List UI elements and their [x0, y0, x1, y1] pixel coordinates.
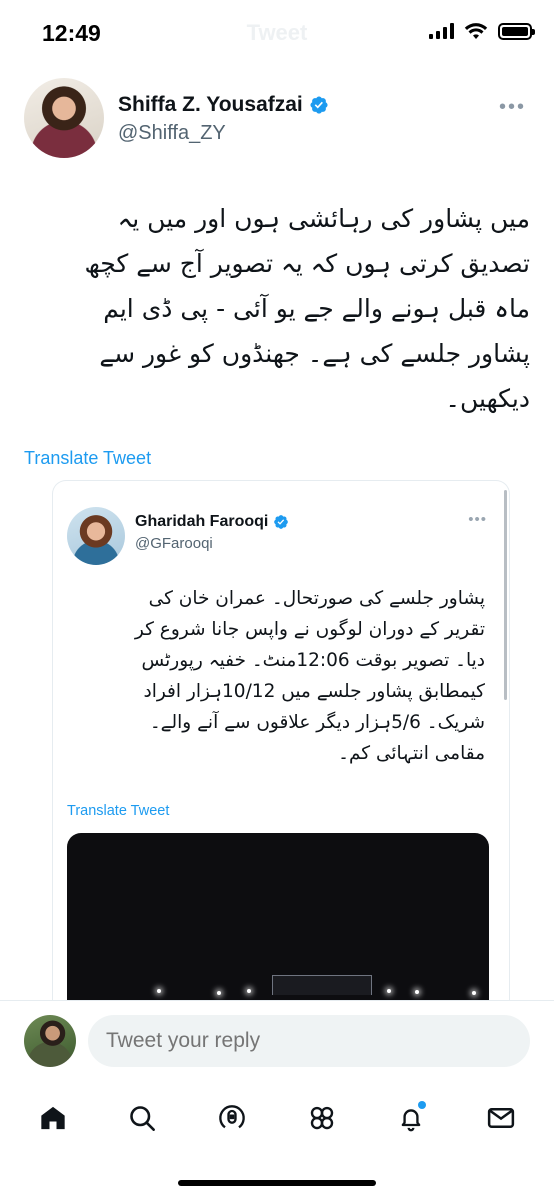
nav-search[interactable] [117, 1093, 167, 1143]
tweet-text-line: تصدیق کرتی ہوں کہ یہ تصویر آج سے کچھ [84, 249, 530, 278]
translate-tweet-link[interactable]: Translate Tweet [24, 448, 151, 469]
photo-light [387, 989, 391, 993]
status-icons [429, 22, 535, 40]
quoted-text-line: کیمطابق پشاور جلسے میں 10/12ہزار افراد [143, 681, 485, 702]
quoted-tweet-text: پشاور جلسے کی صورتحال۔ عمران خان کی تقری… [67, 583, 485, 769]
author-handle[interactable]: @Shiffa_ZY [118, 122, 226, 145]
cellular-signal-icon [429, 23, 454, 39]
wifi-icon [464, 23, 488, 39]
quoted-author-name: Gharidah Farooqi [135, 513, 269, 530]
status-bar: 12:49 Tweet [0, 0, 554, 70]
messages-icon [487, 1108, 515, 1128]
quoted-more-options-icon[interactable]: ••• [468, 511, 487, 528]
verified-badge-icon [310, 96, 328, 114]
tweet-text-line: دیکھیں۔ [445, 384, 530, 413]
communities-icon [310, 1106, 333, 1130]
verified-badge-icon [274, 515, 289, 529]
quoted-text-line: تقریر کے دوران لوگوں نے واپس جانا شروع ک… [134, 619, 485, 640]
scroll-indicator [504, 490, 507, 700]
quoted-tweet-card[interactable]: Gharidah Farooqi @GFarooqi ••• پشاور جلس… [52, 480, 510, 1000]
quoted-author-avatar[interactable] [67, 507, 125, 565]
home-icon [41, 1106, 65, 1130]
current-user-avatar[interactable] [24, 1015, 76, 1067]
quoted-text-line: دیا۔ تصویر بوقت 12:06منٹ۔ خفیہ رپورٹس [141, 650, 485, 671]
tweet-text-line: ماہ قبل ہونے والے جے یو آئی - پی ڈی ایم [103, 294, 530, 323]
photo-light [217, 991, 221, 995]
tweet-text: میں پشاور کی رہائشی ہوں اور میں یہ تصدیق… [24, 196, 530, 421]
quoted-text-line: مقامی انتہائی کم۔ [338, 743, 485, 764]
nav-home[interactable] [28, 1093, 78, 1143]
quoted-translate-tweet-link[interactable]: Translate Tweet [67, 803, 169, 819]
quoted-text-line: پشاور جلسے کی صورتحال۔ عمران خان کی [148, 588, 485, 609]
photo-light [157, 989, 161, 993]
photo-light [247, 989, 251, 993]
quoted-tweet-photo[interactable] [67, 833, 489, 1000]
tweet-author-header: Shiffa Z. Yousafzai @Shiffa_ZY ••• [24, 78, 534, 162]
home-indicator[interactable] [178, 1180, 376, 1186]
nav-communities[interactable] [297, 1093, 347, 1143]
quoted-author-handle[interactable]: @GFarooqi [135, 535, 213, 552]
tweet-text-line: پشاور جلسے کی ہے۔ جھنڈوں کو غور سے [99, 339, 530, 368]
more-options-icon[interactable]: ••• [499, 96, 526, 119]
author-avatar[interactable] [24, 78, 104, 158]
photo-light [472, 991, 476, 995]
nav-notifications[interactable] [386, 1093, 436, 1143]
nav-spaces[interactable] [207, 1093, 257, 1143]
tweet-text-line: میں پشاور کی رہائشی ہوں اور میں یہ [117, 204, 530, 233]
quoted-author-name-row[interactable]: Gharidah Farooqi [135, 513, 289, 531]
nav-messages[interactable] [476, 1093, 526, 1143]
reply-input[interactable] [88, 1015, 530, 1067]
battery-icon [498, 22, 535, 40]
bottom-navigation [0, 1078, 554, 1158]
author-name-row[interactable]: Shiffa Z. Yousafzai [118, 93, 329, 117]
photo-light [415, 990, 419, 994]
spaces-icon [219, 1105, 245, 1129]
quoted-text-line: شریک۔ 5/6ہزار دیگر علاقوں سے آنے والے۔ [149, 712, 485, 733]
author-name: Shiffa Z. Yousafzai [118, 93, 303, 116]
reply-bar [0, 1000, 554, 1078]
photo-building [272, 975, 372, 995]
search-icon [130, 1106, 156, 1131]
